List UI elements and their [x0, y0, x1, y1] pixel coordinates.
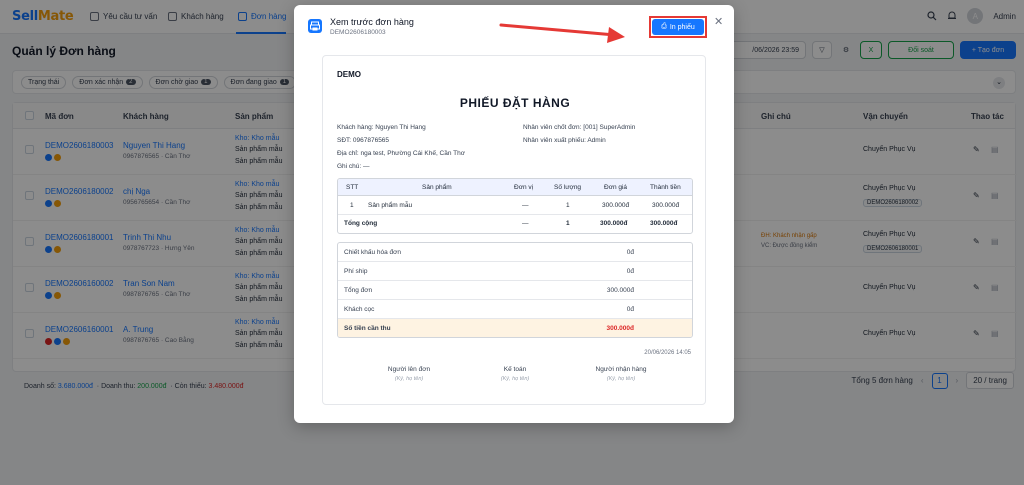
signature-receiver: Người nhận hàng (Ký, họ tên) — [595, 366, 647, 382]
modal-title: Xem trước đơn hàng — [330, 17, 414, 27]
printer-icon: ⎙ — [661, 23, 667, 30]
printer-icon — [308, 19, 322, 33]
print-timestamp: 20/06/2026 14:05 — [644, 350, 691, 356]
shop-name: DEMO — [337, 70, 361, 79]
discount-row: Chiết khấu hóa đơn 0đ — [338, 243, 692, 262]
items-header: STT Sản phẩm Đơn vị Số lượng Đơn giá Thà… — [338, 179, 692, 196]
order-total-row: Tổng đơn 300.000đ — [338, 281, 692, 300]
signature-creator: Người lên đơn (Ký, họ tên) — [387, 366, 431, 382]
close-icon[interactable]: ✕ — [714, 15, 723, 28]
annotation-arrow-icon — [499, 23, 625, 43]
issuer-staff: Nhân viên xuất phiếu: Admin — [523, 137, 606, 144]
deposit-row: Khách cọc 0đ — [338, 300, 692, 319]
item-row: 1 Sản phẩm mẫu — 1 300.000đ 300.000đ — [338, 196, 692, 215]
order-preview-modal: Xem trước đơn hàng DEMO2606180003 ⎙ In ph… — [294, 5, 734, 423]
items-total-row: Tổng cộng — 1 300.000đ 300.000đ — [344, 220, 678, 227]
customer-phone: SĐT: 0967876565 — [337, 137, 390, 144]
shipping-fee-row: Phí ship 0đ — [338, 262, 692, 281]
order-document: DEMO PHIẾU ĐẶT HÀNG Khách hàng: Nguyen T… — [322, 55, 706, 405]
sales-staff: Nhân viên chốt đơn: [001] SuperAdmin — [523, 124, 636, 131]
items-table: STT Sản phẩm Đơn vị Số lượng Đơn giá Thà… — [337, 178, 693, 234]
customer-address: Địa chỉ: nga test, Phường Cái Khế, Cần T… — [337, 150, 466, 157]
amount-due-row: Số tiền cần thu 300.000đ — [338, 319, 692, 337]
totals-table: Chiết khấu hóa đơn 0đ Phí ship 0đ Tổng đơn… — [337, 242, 693, 338]
order-note: Ghi chú: — — [337, 163, 370, 170]
signature-accountant: Kế toán (Ký, họ tên) — [500, 366, 530, 382]
print-button[interactable]: ⎙ In phiếu — [652, 19, 704, 35]
modal-subtitle: DEMO2606180003 — [330, 29, 386, 36]
document-title: PHIẾU ĐẶT HÀNG — [459, 96, 571, 110]
customer-name: Khách hàng: Nguyen Thi Hang — [337, 124, 426, 131]
